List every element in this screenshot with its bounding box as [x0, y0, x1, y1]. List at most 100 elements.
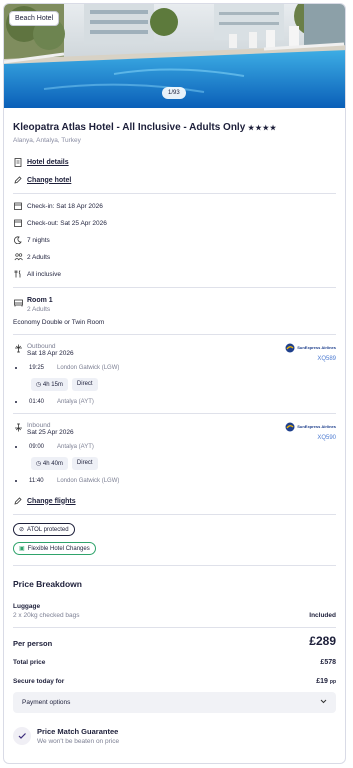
per-person-price: £289 — [309, 634, 336, 648]
pencil-icon — [13, 496, 23, 506]
star-rating: ★★★★ — [248, 125, 278, 132]
duration-text: 4h 40m — [42, 461, 63, 467]
hotel-photo-gallery[interactable]: Beach Hotel 1/93 — [4, 4, 345, 108]
hotel-details-link[interactable]: Hotel details — [13, 157, 336, 167]
departure-time: 09:00 — [29, 444, 45, 450]
flexible-changes-badge: ▣ Flexible Hotel Changes — [13, 542, 96, 555]
moon-icon — [13, 235, 23, 245]
arrival-time: 01:40 — [29, 399, 45, 405]
cutlery-icon — [13, 269, 23, 279]
hotel-details-label: Hotel details — [27, 158, 69, 166]
departure-segment: 19:25 London Gatwick (LGW) — [13, 365, 336, 371]
change-hotel-link[interactable]: Change hotel — [13, 175, 336, 185]
plane-icon — [13, 343, 23, 353]
photo-counter: 1/93 — [162, 87, 186, 99]
secure-today-label: Secure today for — [13, 678, 65, 685]
adults-count: 2 Adults — [27, 253, 51, 261]
sunexpress-logo: SunExpress Airlines — [285, 343, 336, 353]
departure-time: 19:25 — [29, 365, 45, 371]
timeline-dot — [15, 480, 17, 482]
duration-text: 4h 15m — [42, 382, 63, 388]
inbound-flight: Inbound Sat 25 Apr 2026 SunExpress Airli… — [4, 422, 345, 484]
per-person-suffix: pp — [329, 679, 336, 685]
flight-stops: Direct — [71, 457, 98, 470]
airline-name: SunExpress Airlines — [297, 424, 336, 429]
arrival-airport: London Gatwick (LGW) — [57, 478, 120, 484]
inbound-airline: SunExpress Airlines XQ590 — [285, 422, 336, 441]
adults-row: 2 Adults — [13, 252, 336, 262]
payment-options-dropdown[interactable]: Payment options — [13, 692, 336, 713]
hotel-name: Kleopatra Atlas Hotel - All Inclusive - … — [13, 122, 336, 133]
outbound-airline: SunExpress Airlines XQ589 — [285, 343, 336, 362]
change-hotel-label: Change hotel — [27, 176, 72, 184]
luggage-label: Luggage — [13, 603, 41, 610]
nights-count: 7 nights — [27, 236, 50, 244]
people-icon — [13, 252, 23, 262]
outbound-date: Sat 18 Apr 2026 — [27, 350, 74, 357]
clock-icon: ◷ — [36, 461, 43, 467]
change-flights-link[interactable]: Change flights — [13, 496, 336, 506]
plane-icon — [13, 422, 23, 432]
guarantee-title: Price Match Guarantee — [37, 727, 119, 736]
flight-number: XQ589 — [317, 356, 336, 362]
sunexpress-logo: SunExpress Airlines — [285, 422, 336, 432]
checkout-row: Check-out: Sat 25 Apr 2026 — [13, 218, 336, 228]
price-breakdown-heading: Price Breakdown — [13, 579, 82, 589]
bed-icon — [13, 298, 23, 308]
hotel-type-badge: Beach Hotel — [9, 11, 60, 26]
hotel-name-text: Kleopatra Atlas Hotel - All Inclusive - … — [13, 122, 246, 133]
flight-duration: ◷ 4h 15m — [31, 378, 68, 391]
luggage-value: Included — [309, 612, 336, 619]
checkout-date: Check-out: Sat 25 Apr 2026 — [27, 219, 107, 227]
room-occupancy: 2 Adults — [27, 306, 51, 313]
room-type: Economy Double or Twin Room — [13, 319, 105, 326]
flight-number: XQ590 — [317, 435, 336, 441]
divider — [13, 287, 336, 288]
atol-label: ATOL protected — [27, 526, 69, 533]
checkin-row: Check-in: Sat 18 Apr 2026 — [13, 201, 336, 211]
payment-options-label: Payment options — [22, 699, 71, 706]
calendar-icon — [13, 218, 23, 228]
total-price-row: Total price £578 — [13, 659, 336, 666]
departure-airport: Antalya (AYT) — [57, 444, 94, 450]
inbound-date: Sat 25 Apr 2026 — [27, 429, 74, 436]
divider — [13, 193, 336, 194]
calendar-icon — [13, 201, 23, 211]
divider — [13, 413, 336, 414]
room-title: Room 1 — [27, 297, 53, 304]
arrival-airport: Antalya (AYT) — [57, 399, 94, 405]
luggage-row: Luggage 2 x 20kg checked bags Included — [13, 603, 336, 619]
checkin-date: Check-in: Sat 18 Apr 2026 — [27, 202, 103, 210]
calendar-check-icon: ▣ — [19, 546, 25, 552]
per-person-label: Per person — [13, 639, 53, 648]
clock-icon: ◷ — [36, 382, 43, 388]
total-price-label: Total price — [13, 659, 46, 666]
flexible-changes-label: Flexible Hotel Changes — [27, 545, 90, 552]
timeline-dot — [15, 367, 17, 369]
secure-today-value: £19 — [316, 678, 328, 685]
total-price-value: £578 — [320, 659, 336, 666]
timeline-dot — [15, 401, 17, 403]
outbound-label: Outbound — [27, 343, 56, 350]
atol-badge: ⊘ ATOL protected — [13, 523, 75, 536]
arrival-segment: 01:40 Antalya (AYT) — [13, 399, 336, 405]
timeline-dot — [15, 446, 17, 448]
shield-check-icon — [13, 727, 31, 745]
departure-airport: London Gatwick (LGW) — [57, 365, 120, 371]
shield-check-icon: ⊘ — [19, 527, 25, 533]
divider — [13, 334, 336, 335]
chevron-down-icon — [320, 699, 327, 706]
price-match-guarantee: Price Match Guarantee We won't be beaten… — [4, 727, 345, 745]
pencil-icon — [13, 175, 23, 185]
change-flights-label: Change flights — [27, 497, 76, 505]
flight-duration: ◷ 4h 40m — [31, 457, 68, 470]
guarantee-subtitle: We won't be beaten on price — [37, 738, 120, 745]
per-person-row: Per person £289 — [13, 634, 336, 648]
nights-row: 7 nights — [13, 235, 336, 245]
inbound-label: Inbound — [27, 422, 51, 429]
divider — [13, 565, 336, 566]
arrival-time: 11:40 — [29, 478, 44, 484]
secure-today-row: Secure today for £19 pp — [13, 678, 336, 685]
departure-segment: 09:00 Antalya (AYT) — [13, 444, 336, 450]
hotel-location: Alanya, Antalya, Turkey — [13, 137, 81, 144]
